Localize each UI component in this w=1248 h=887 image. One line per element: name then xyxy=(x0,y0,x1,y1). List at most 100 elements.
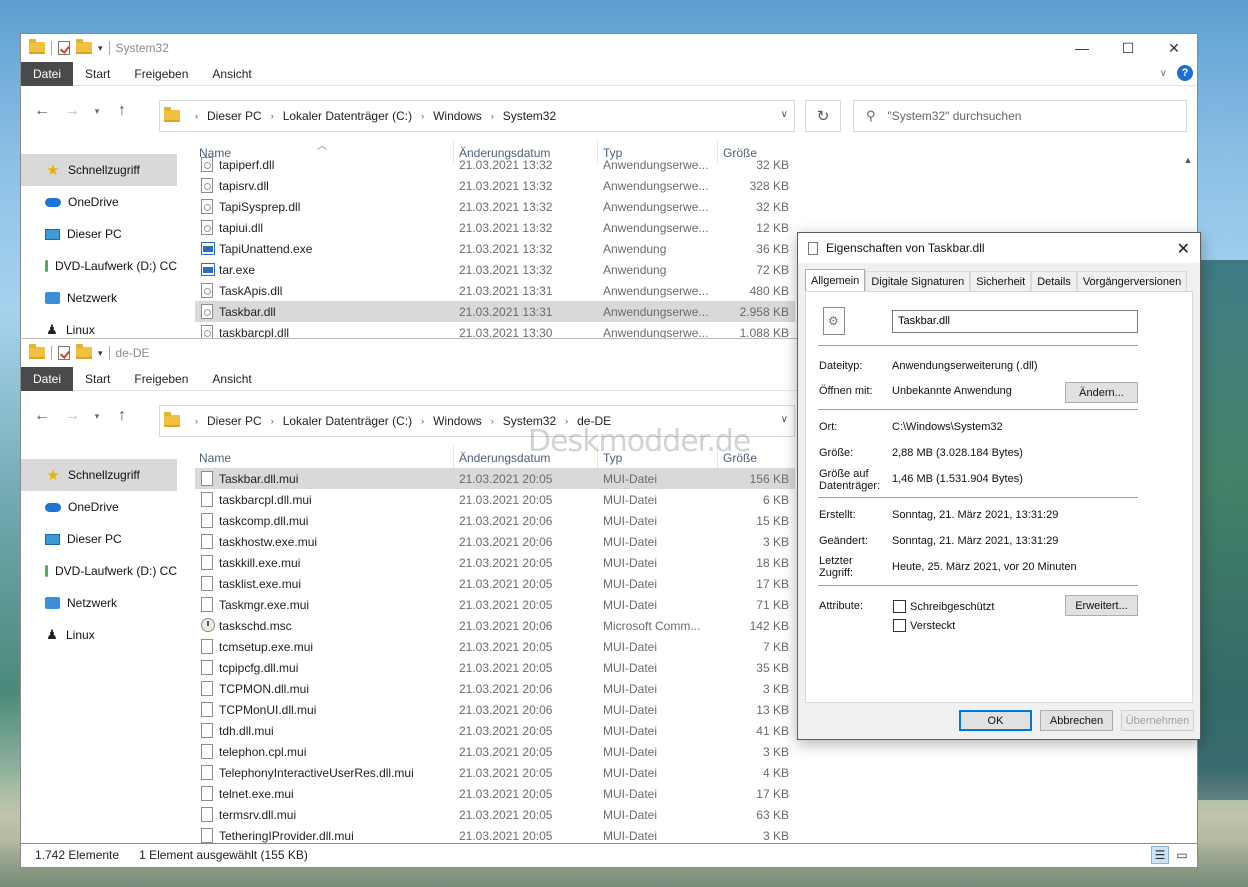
nav-item-onedrive[interactable]: OneDrive xyxy=(21,491,177,523)
breadcrumb-item[interactable]: Lokaler Datenträger (C:) xyxy=(283,109,412,123)
minimize-button[interactable]: — xyxy=(1059,34,1105,62)
file-row[interactable]: taskschd.msc 21.03.2021 20:06 Microsoft Co… xyxy=(195,615,795,636)
properties-icon[interactable] xyxy=(58,41,70,55)
file-row[interactable]: Taskbar.dll 21.03.2021 13:31 Anwendungserw… xyxy=(195,301,795,322)
search-input[interactable]: ⚲ "System32" durchsuchen xyxy=(853,100,1187,132)
large-icons-view-icon[interactable]: ▭ xyxy=(1173,846,1191,864)
file-row[interactable]: TCPMonUI.dll.mui 21.03.2021 20:06 MUI-Date… xyxy=(195,699,795,720)
customize-toolbar-icon[interactable]: ▾ xyxy=(98,348,103,359)
file-row[interactable]: TapiUnattend.exe 21.03.2021 13:32 Anwendun… xyxy=(195,238,795,259)
tab-details[interactable]: Details xyxy=(1031,271,1077,292)
file-row[interactable]: TaskApis.dll 21.03.2021 13:31 Anwendungser… xyxy=(195,280,795,301)
breadcrumb-item[interactable]: Windows xyxy=(433,109,482,123)
tab-start[interactable]: Start xyxy=(73,62,122,86)
file-row[interactable]: Taskbar.dll.mui 21.03.2021 20:05 MUI-Datei… xyxy=(195,468,795,489)
details-view-icon[interactable]: ☰ xyxy=(1151,846,1169,864)
file-row[interactable]: taskkill.exe.mui 21.03.2021 20:05 MUI-Date… xyxy=(195,552,795,573)
tab-vorgaengerversionen[interactable]: Vorgängerversionen xyxy=(1076,271,1188,292)
new-folder-icon[interactable] xyxy=(76,344,92,359)
chevron-right-icon[interactable]: › xyxy=(491,416,494,426)
address-bar[interactable]: › Dieser PC › Lokaler Datenträger (C:) ›… xyxy=(159,100,795,132)
tab-allgemein[interactable]: Allgemein xyxy=(805,269,866,292)
breadcrumb-item[interactable]: Dieser PC xyxy=(207,414,262,428)
tab-freigeben[interactable]: Freigeben xyxy=(122,62,200,86)
file-row[interactable]: TelephonyInteractiveUserRes.dll.mui 21.03… xyxy=(195,762,795,783)
scroll-up-icon[interactable]: ▲ xyxy=(1181,155,1195,165)
chevron-right-icon[interactable]: › xyxy=(491,111,494,121)
nav-item-dvd[interactable]: DVD-Laufwerk (D:) CC xyxy=(21,555,177,587)
file-row[interactable]: Taskmgr.exe.mui 21.03.2021 20:05 MUI-Datei… xyxy=(195,594,795,615)
nav-item-dvd[interactable]: DVD-Laufwerk (D:) CC xyxy=(21,250,177,282)
file-row[interactable]: telephon.cpl.mui 21.03.2021 20:05 MUI-Date… xyxy=(195,741,795,762)
close-icon[interactable]: ✕ xyxy=(1177,239,1190,259)
chevron-right-icon[interactable]: › xyxy=(195,111,198,121)
up-arrow-icon[interactable]: ↑ xyxy=(107,102,137,120)
breadcrumb-item[interactable]: Lokaler Datenträger (C:) xyxy=(283,414,412,428)
file-row[interactable]: tasklist.exe.mui 21.03.2021 20:05 MUI-Date… xyxy=(195,573,795,594)
refresh-button[interactable]: ↻ xyxy=(805,100,841,132)
tab-datei[interactable]: Datei xyxy=(21,366,74,391)
breadcrumb-item[interactable]: Windows xyxy=(433,414,482,428)
file-row[interactable]: tdh.dll.mui 21.03.2021 20:05 MUI-Datei 41 K… xyxy=(195,720,795,741)
file-row[interactable]: tcpipcfg.dll.mui 21.03.2021 20:05 MUI-Date… xyxy=(195,657,795,678)
file-row[interactable]: tapiui.dll 21.03.2021 13:32 Anwendungserwe… xyxy=(195,217,795,238)
tab-ansicht[interactable]: Ansicht xyxy=(200,367,263,391)
uebernehmen-button[interactable]: Übernehmen xyxy=(1121,710,1194,731)
nav-item-schnellzugriff[interactable]: ★ Schnellzugriff xyxy=(21,154,177,186)
close-button[interactable]: ✕ xyxy=(1151,34,1197,62)
file-row[interactable]: telnet.exe.mui 21.03.2021 20:05 MUI-Datei 1… xyxy=(195,783,795,804)
file-row[interactable]: taskcomp.dll.mui 21.03.2021 20:06 MUI-Date… xyxy=(195,510,795,531)
file-row[interactable]: taskbarcpl.dll 21.03.2021 13:30 Anwendungs… xyxy=(195,322,795,340)
file-row[interactable]: termsrv.dll.mui 21.03.2021 20:05 MUI-Datei… xyxy=(195,804,795,825)
filename-field[interactable]: Taskbar.dll xyxy=(892,310,1138,333)
tab-datei[interactable]: Datei xyxy=(21,61,74,86)
chevron-right-icon[interactable]: › xyxy=(271,416,274,426)
breadcrumb-item[interactable]: System32 xyxy=(503,109,556,123)
chevron-right-icon[interactable]: › xyxy=(271,111,274,121)
chevron-right-icon[interactable]: › xyxy=(421,416,424,426)
schreibgeschuetzt-checkbox[interactable] xyxy=(893,600,906,613)
file-row[interactable]: tapisrv.dll 21.03.2021 13:32 Anwendungserw… xyxy=(195,175,795,196)
tab-sicherheit[interactable]: Sicherheit xyxy=(970,271,1032,292)
new-folder-icon[interactable] xyxy=(76,39,92,54)
file-row[interactable]: taskhostw.exe.mui 21.03.2021 20:06 MUI-Dat… xyxy=(195,531,795,552)
nav-item-onedrive[interactable]: OneDrive xyxy=(21,186,177,218)
properties-icon[interactable] xyxy=(58,346,70,360)
aendern-button[interactable]: Ändern... xyxy=(1065,382,1138,403)
ok-button[interactable]: OK xyxy=(959,710,1032,731)
back-arrow-icon[interactable]: ← xyxy=(27,407,57,425)
file-row[interactable]: TCPMON.dll.mui 21.03.2021 20:06 MUI-Datei 3… xyxy=(195,678,795,699)
chevron-right-icon[interactable]: › xyxy=(195,416,198,426)
back-arrow-icon[interactable]: ← xyxy=(27,102,57,120)
nav-item-schnellzugriff[interactable]: ★ Schnellzugriff xyxy=(21,459,177,491)
nav-item-linux[interactable]: ♟ Linux xyxy=(21,619,177,651)
chevron-right-icon[interactable]: › xyxy=(421,111,424,121)
file-row[interactable]: taskbarcpl.dll.mui 21.03.2021 20:05 MUI-Da… xyxy=(195,489,795,510)
file-row[interactable]: TetheringIProvider.dll.mui 21.03.2021 20:… xyxy=(195,825,795,844)
abbrechen-button[interactable]: Abbrechen xyxy=(1040,710,1113,731)
recent-locations-icon[interactable]: ▾ xyxy=(87,106,107,117)
tab-digitale-signaturen[interactable]: Digitale Signaturen xyxy=(865,271,971,292)
breadcrumb-item[interactable]: Dieser PC xyxy=(207,109,262,123)
nav-item-dieser-pc[interactable]: Dieser PC xyxy=(21,523,177,555)
tab-freigeben[interactable]: Freigeben xyxy=(122,367,200,391)
help-icon[interactable]: ? xyxy=(1177,65,1193,81)
column-name[interactable]: Name xyxy=(199,451,231,465)
forward-arrow-icon[interactable]: → xyxy=(57,102,87,120)
versteckt-checkbox[interactable] xyxy=(893,619,906,632)
file-row[interactable]: tar.exe 21.03.2021 13:32 Anwendung 72 KB xyxy=(195,259,795,280)
file-row[interactable]: tcmsetup.exe.mui 21.03.2021 20:05 MUI-Date… xyxy=(195,636,795,657)
nav-item-netzwerk[interactable]: Netzwerk xyxy=(21,587,177,619)
nav-item-netzwerk[interactable]: Netzwerk xyxy=(21,282,177,314)
tab-ansicht[interactable]: Ansicht xyxy=(200,62,263,86)
file-row[interactable]: TapiSysprep.dll 21.03.2021 13:32 Anwendung… xyxy=(195,196,795,217)
tab-start[interactable]: Start xyxy=(73,367,122,391)
erweitert-button[interactable]: Erweitert... xyxy=(1065,595,1138,616)
chevron-down-icon[interactable]: ∨ xyxy=(781,109,788,120)
up-arrow-icon[interactable]: ↑ xyxy=(107,407,137,425)
recent-locations-icon[interactable]: ▾ xyxy=(87,411,107,422)
customize-toolbar-icon[interactable]: ▾ xyxy=(98,43,103,54)
forward-arrow-icon[interactable]: → xyxy=(57,407,87,425)
file-row[interactable]: tapiperf.dll 21.03.2021 13:32 Anwendungser… xyxy=(195,154,795,175)
expand-ribbon-icon[interactable]: ∨ xyxy=(1160,68,1167,79)
